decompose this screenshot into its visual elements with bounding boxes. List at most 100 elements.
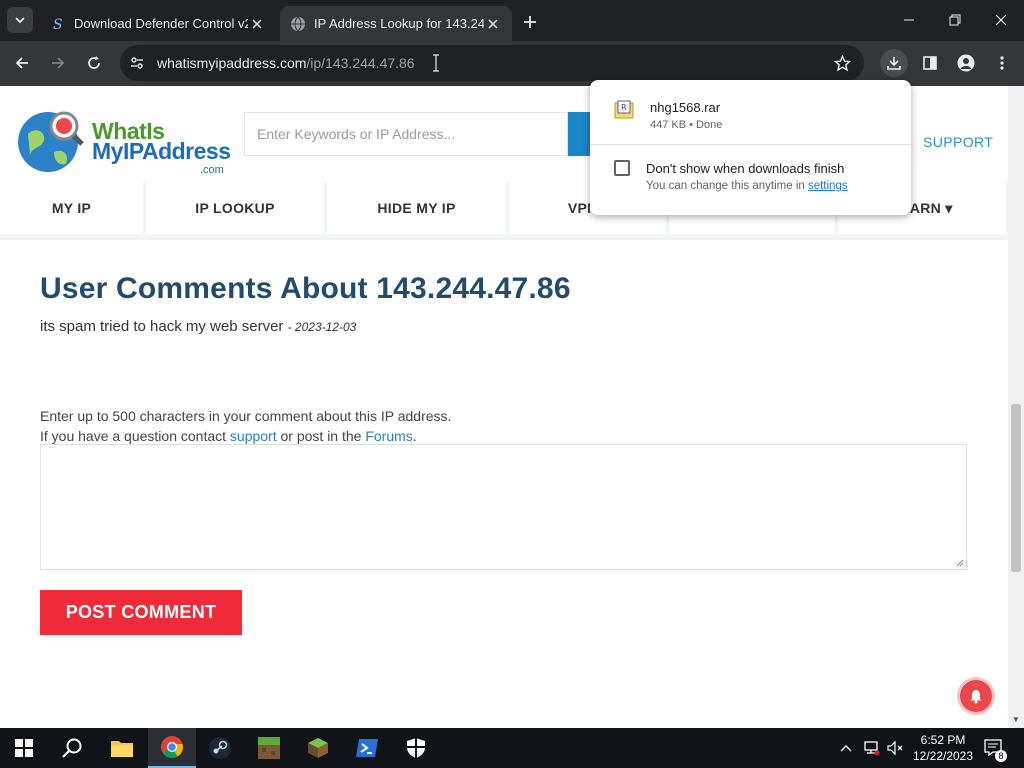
dont-show-label[interactable]: Don't show when downloads finish xyxy=(646,161,844,176)
nav-item-my-ip[interactable]: MY IP xyxy=(0,182,143,234)
nav-item-ip-lookup[interactable]: IP LOOKUP xyxy=(146,182,324,234)
taskbar-file-explorer[interactable] xyxy=(98,728,146,768)
resize-grip-icon[interactable] xyxy=(956,559,964,567)
svg-text:S: S xyxy=(53,17,63,32)
address-bar[interactable]: whatismyipaddress.com/ip/143.244.47.86 xyxy=(120,45,864,81)
tab-strip: S Download Defender Control v2 IP Addres… xyxy=(0,0,1024,41)
reload-button[interactable] xyxy=(80,49,108,77)
instruction-text: or post in the xyxy=(276,428,366,444)
scroll-down-arrow-icon[interactable]: ▼ xyxy=(1012,715,1020,724)
download-status: 447 KB • Done xyxy=(650,119,723,131)
comment-instructions: Enter up to 500 characters in your comme… xyxy=(40,406,451,446)
clock-date: 12/22/2023 xyxy=(912,749,974,763)
taskbar-minecraft-launcher[interactable] xyxy=(294,728,342,768)
taskbar-minecraft[interactable] xyxy=(245,728,293,768)
site-search-input[interactable]: Enter Keywords or IP Address... xyxy=(244,112,568,156)
side-panel-button[interactable] xyxy=(916,49,944,77)
minecraft-block-icon xyxy=(258,737,280,759)
svg-text:R: R xyxy=(621,103,627,112)
close-tab-icon[interactable] xyxy=(484,15,502,33)
url-text[interactable]: whatismyipaddress.com/ip/143.244.47.86 xyxy=(157,55,415,71)
arrow-right-icon xyxy=(52,57,65,69)
globe-favicon-icon xyxy=(290,16,306,32)
notification-bell-icon[interactable] xyxy=(960,680,992,712)
notification-count-badge: 8 xyxy=(995,750,1007,762)
profile-icon xyxy=(957,54,975,72)
taskbar-clock[interactable]: 6:52 PM 12/22/2023 xyxy=(904,732,982,764)
back-button[interactable] xyxy=(8,49,36,77)
grass-cube-icon xyxy=(308,738,328,758)
restore-icon xyxy=(949,14,961,26)
arrow-left-icon xyxy=(15,57,28,69)
forward-button[interactable] xyxy=(44,49,72,77)
reload-icon xyxy=(88,56,100,69)
bookmark-star-icon[interactable] xyxy=(833,54,852,77)
taskbar-chrome[interactable] xyxy=(148,728,196,768)
chevron-up-icon xyxy=(840,745,852,752)
close-window-button[interactable] xyxy=(978,0,1024,40)
comments-section: User Comments About 143.244.47.86 its sp… xyxy=(40,272,970,335)
instruction-text: If you have a question contact xyxy=(40,428,230,444)
post-comment-button[interactable]: POST COMMENT xyxy=(40,590,242,635)
downloads-button[interactable] xyxy=(880,49,908,77)
page-scrollbar[interactable]: ▼ xyxy=(1008,86,1024,728)
forums-link[interactable]: Forums xyxy=(365,428,412,444)
minimize-button[interactable] xyxy=(886,0,932,40)
rar-file-icon: R xyxy=(614,100,634,119)
site-settings-icon[interactable] xyxy=(129,55,145,76)
taskbar-powershell[interactable] xyxy=(343,728,391,768)
url-path: /ip/143.244.47.86 xyxy=(306,55,415,71)
tab-ip-lookup[interactable]: IP Address Lookup for 143.244. xyxy=(280,6,512,41)
support-link[interactable]: SUPPORT xyxy=(923,134,993,150)
comment-item: its spam tried to hack my web server - 2… xyxy=(40,318,970,335)
chrome-icon xyxy=(161,736,183,758)
tab-title: Download Defender Control v2 xyxy=(74,16,248,31)
folder-icon xyxy=(111,741,133,757)
volume-muted-icon xyxy=(887,740,903,756)
new-tab-button[interactable] xyxy=(518,10,542,34)
tray-overflow-button[interactable] xyxy=(836,728,856,768)
download-settings-note: You can change this anytime in settings xyxy=(646,180,848,192)
profile-button[interactable] xyxy=(952,49,980,77)
download-bubble: R nhg1568.rar 447 KB • Done Don't show w… xyxy=(590,80,911,215)
network-icon xyxy=(864,741,880,756)
text-cursor-icon xyxy=(432,54,440,77)
tab-title: IP Address Lookup for 143.244. xyxy=(314,16,484,31)
scrollbar-thumb[interactable] xyxy=(1011,404,1021,572)
site-logo[interactable]: WhatIs MyIPAddress .com xyxy=(16,104,231,176)
powershell-icon xyxy=(356,739,378,757)
note-text: You can change this anytime in xyxy=(646,180,808,192)
taskbar-steam[interactable] xyxy=(196,728,244,768)
side-panel-icon xyxy=(923,56,937,70)
tray-volume[interactable] xyxy=(884,728,906,768)
comment-text: its spam tried to hack my web server xyxy=(40,318,284,335)
taskbar-search-button[interactable] xyxy=(48,728,96,768)
tray-network[interactable] xyxy=(860,728,882,768)
close-tab-icon[interactable] xyxy=(248,15,266,33)
settings-link[interactable]: settings xyxy=(808,180,848,192)
notification-center-button[interactable]: 8 xyxy=(982,728,1007,768)
comment-date: - 2023-12-03 xyxy=(287,320,357,334)
tab-download-defender[interactable]: S Download Defender Control v2 xyxy=(40,6,276,41)
tab-search-button[interactable] xyxy=(7,7,33,33)
taskbar-defender[interactable] xyxy=(392,728,440,768)
plus-icon xyxy=(524,16,536,28)
nav-item-hide-my-ip[interactable]: HIDE MY IP xyxy=(327,182,506,234)
restore-button[interactable] xyxy=(932,0,978,40)
comment-textarea[interactable] xyxy=(40,444,967,570)
instruction-line: Enter up to 500 characters in your comme… xyxy=(40,408,452,424)
chrome-menu-button[interactable] xyxy=(988,49,1016,77)
download-icon xyxy=(887,57,901,70)
minimize-icon xyxy=(904,19,914,21)
instruction-text: . xyxy=(412,428,417,444)
divider xyxy=(590,144,911,145)
dont-show-checkbox[interactable] xyxy=(614,160,630,176)
download-filename[interactable]: nhg1568.rar xyxy=(650,100,720,115)
page-title: User Comments About 143.244.47.86 xyxy=(40,272,571,305)
softpedia-favicon-icon: S xyxy=(50,16,66,32)
support-contact-link[interactable]: support xyxy=(230,428,277,444)
globe-logo-icon xyxy=(18,111,84,172)
instruction-line: If you have a question contact support o… xyxy=(40,426,451,446)
clock-time: 6:52 PM xyxy=(920,733,966,747)
start-button[interactable] xyxy=(0,728,48,768)
